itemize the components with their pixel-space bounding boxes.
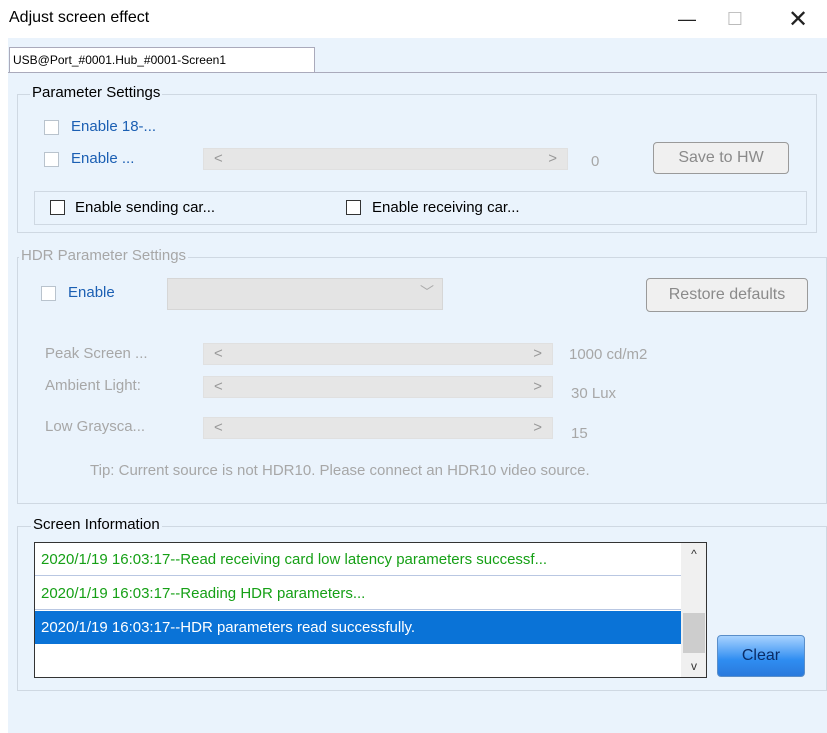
minimize-button[interactable]: —: [664, 0, 710, 38]
parameter-slider[interactable]: < >: [203, 148, 568, 170]
restore-defaults-button[interactable]: Restore defaults: [646, 278, 808, 312]
enable-sending-card-checkbox[interactable]: [50, 200, 65, 215]
hdr-mode-dropdown[interactable]: ﹀: [167, 278, 443, 310]
log-item[interactable]: 2020/1/19 16:03:17--Read receiving card …: [35, 543, 681, 576]
scroll-up-icon[interactable]: ^: [681, 543, 706, 565]
peak-screen-slider[interactable]: < >: [203, 343, 553, 365]
enable-18bit-label: Enable 18-...: [71, 118, 157, 135]
ambient-light-label: Ambient Light:: [45, 377, 141, 394]
peak-screen-value: 1000 cd/m2: [569, 346, 648, 363]
ambient-light-value: 30 Lux: [571, 385, 617, 402]
log-list[interactable]: 2020/1/19 16:03:17--Read receiving card …: [34, 542, 707, 678]
clear-button[interactable]: Clear: [717, 635, 805, 677]
screen-information-legend: Screen Information: [31, 516, 162, 533]
ambient-light-slider[interactable]: < >: [203, 376, 553, 398]
log-item-selected[interactable]: 2020/1/19 16:03:17--HDR parameters read …: [35, 611, 681, 644]
parameter-settings-legend: Parameter Settings: [30, 84, 163, 101]
hdr-enable-checkbox[interactable]: [41, 286, 56, 301]
hdr-tip-text: Tip: Current source is not HDR10. Please…: [90, 462, 590, 479]
low-grayscale-value: 15: [571, 425, 588, 442]
slider-right-arrow-icon[interactable]: >: [548, 150, 557, 167]
chevron-down-icon: ﹀: [420, 284, 434, 300]
maximize-button[interactable]: ☐: [712, 0, 758, 38]
adjust-screen-effect-window: Adjust screen effect — ☐ ✕ USB@Port_#000…: [0, 0, 827, 733]
save-to-hw-button[interactable]: Save to HW: [653, 142, 789, 174]
slider-right-arrow-icon[interactable]: >: [533, 345, 542, 362]
enable-receiving-card-label: Enable receiving car...: [372, 199, 520, 216]
log-scrollbar[interactable]: ^ v: [681, 543, 706, 677]
tab-screen1[interactable]: USB@Port_#0001.Hub_#0001-Screen1: [9, 47, 315, 72]
hdr-settings-legend: HDR Parameter Settings: [19, 247, 189, 264]
slider-left-arrow-icon[interactable]: <: [214, 419, 223, 436]
scroll-thumb[interactable]: [683, 613, 705, 653]
window-title: Adjust screen effect: [9, 9, 150, 26]
peak-screen-label: Peak Screen ...: [45, 345, 148, 362]
hdr-enable-label: Enable: [68, 284, 115, 301]
slider-left-arrow-icon[interactable]: <: [214, 150, 223, 167]
title-bar: Adjust screen effect — ☐ ✕: [0, 0, 827, 38]
enable-checkbox[interactable]: [44, 152, 59, 167]
enable-sending-card-label: Enable sending car...: [75, 199, 216, 216]
enable-receiving-card-checkbox[interactable]: [346, 200, 361, 215]
slider-left-arrow-icon[interactable]: <: [214, 345, 223, 362]
enable-18bit-checkbox[interactable]: [44, 120, 59, 135]
close-button[interactable]: ✕: [775, 0, 821, 38]
low-grayscale-label: Low Graysca...: [45, 418, 146, 435]
log-item[interactable]: 2020/1/19 16:03:17--Reading HDR paramete…: [35, 577, 681, 610]
slider-right-arrow-icon[interactable]: >: [533, 419, 542, 436]
slider-left-arrow-icon[interactable]: <: [214, 378, 223, 395]
slider-right-arrow-icon[interactable]: >: [533, 378, 542, 395]
parameter-slider-value: 0: [591, 153, 600, 170]
scroll-down-icon[interactable]: v: [681, 655, 706, 677]
enable-label: Enable ...: [71, 150, 135, 167]
low-grayscale-slider[interactable]: < >: [203, 417, 553, 439]
